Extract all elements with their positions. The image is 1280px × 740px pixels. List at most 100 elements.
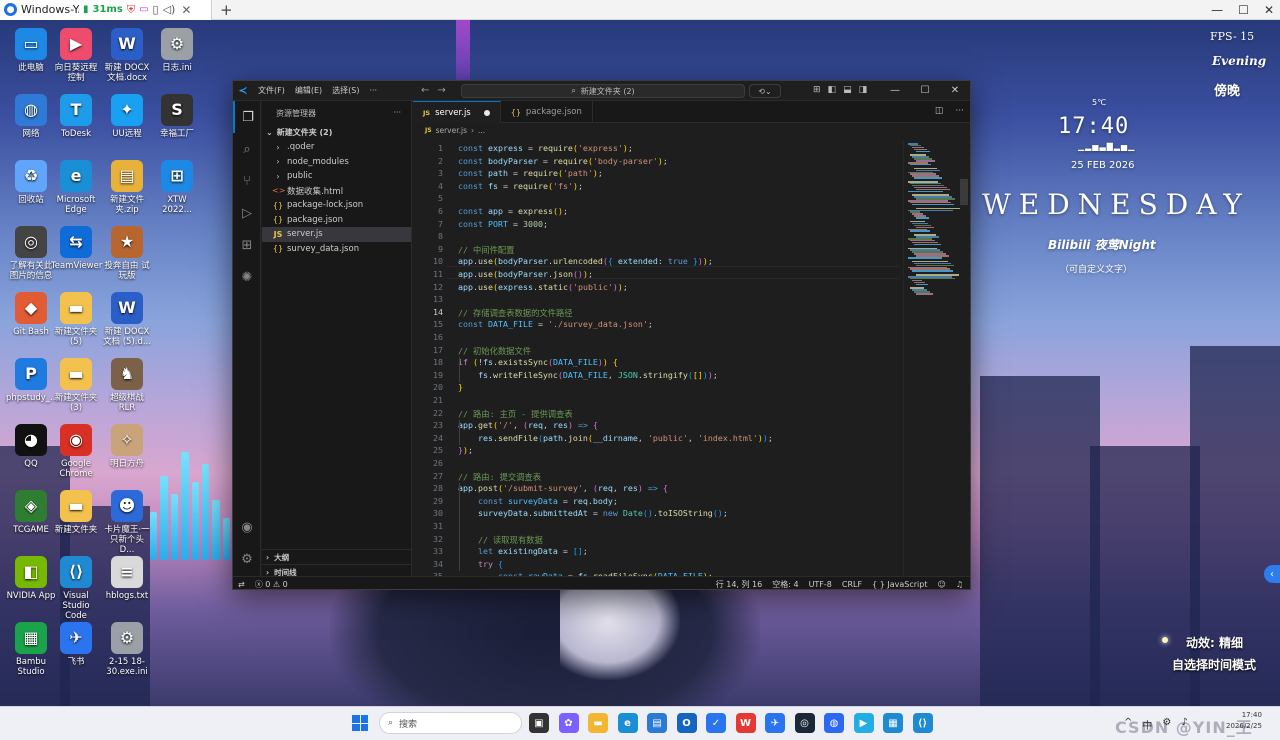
copilot-button[interactable]: ⟲ ⌄: [749, 84, 781, 98]
taskbar-task-view-icon[interactable]: ▣: [529, 713, 549, 733]
code-line[interactable]: surveyData.submittedAt = new Date().toIS…: [458, 508, 728, 518]
tree-item[interactable]: {} survey_data.json: [262, 242, 411, 257]
desktop-icon[interactable]: ◈ TCGAME: [6, 490, 56, 535]
desktop-icon[interactable]: e Microsoft Edge: [51, 160, 101, 215]
tree-item[interactable]: JS server.js: [262, 227, 411, 242]
code-line[interactable]: const express = require('express');: [458, 143, 633, 153]
code-line[interactable]: }: [458, 382, 463, 392]
desktop-icon[interactable]: W 新建 DOCX 文档 (5).d...: [102, 292, 152, 347]
desktop-icon[interactable]: ◧ NVIDIA App: [6, 556, 56, 601]
code-line[interactable]: fs.writeFileSync(DATA_FILE, JSON.stringi…: [458, 370, 718, 380]
minimap-scroll-thumb[interactable]: [960, 179, 968, 205]
explorer-more-button[interactable]: ···: [393, 108, 401, 117]
desktop-icon[interactable]: ◕ QQ: [6, 424, 56, 469]
taskbar-outlook-icon[interactable]: O: [676, 713, 697, 733]
settings-gear-icon[interactable]: ⚙: [233, 543, 261, 575]
forward-arrow-icon[interactable]: →: [437, 85, 445, 96]
explorer-icon[interactable]: ❐: [233, 101, 261, 133]
desktop-icon[interactable]: ▬ 新建文件夹 (5): [51, 292, 101, 347]
sound-icon[interactable]: ♪: [1181, 717, 1187, 732]
shield-icon[interactable]: ⛨: [127, 3, 135, 17]
toggle-secondary-sidebar-icon[interactable]: ◨: [859, 85, 868, 95]
code-line[interactable]: let existingData = [];: [458, 546, 588, 556]
code-line[interactable]: res.sendFile(path.join(__dirname, 'publi…: [458, 433, 773, 443]
tray-overflow-icon[interactable]: ^: [1124, 717, 1132, 732]
code-line[interactable]: app.get('/', (req, res) => {: [458, 420, 598, 430]
cursor-position[interactable]: 行 14, 列 16: [711, 579, 768, 589]
workspace-root[interactable]: ⌄ 新建文件夹 (2): [262, 125, 411, 140]
tree-item[interactable]: › .qoder: [262, 140, 411, 155]
desktop-icon[interactable]: W 新建 DOCX 文档.docx: [102, 28, 152, 83]
taskbar-todo-icon[interactable]: ✓: [706, 713, 726, 733]
code-line[interactable]: const surveyData = req.body;: [458, 496, 618, 506]
menu-edit[interactable]: 编辑(E): [290, 85, 327, 96]
close-icon[interactable]: ✕: [940, 81, 970, 101]
widget-time-mode[interactable]: 自选择时间模式: [1172, 656, 1256, 673]
new-tab-button[interactable]: +: [220, 1, 233, 19]
remote-indicator-icon[interactable]: ⇄: [233, 580, 250, 589]
toggle-sidebar-icon[interactable]: ◧: [828, 85, 837, 95]
taskbar-steam-icon[interactable]: ◎: [794, 713, 815, 733]
taskbar-file-explorer-icon[interactable]: ▬: [588, 713, 608, 733]
outline-section[interactable]: › 大纲: [262, 549, 412, 564]
desktop-icon[interactable]: ✈ 飞书: [51, 622, 101, 667]
minimize-icon[interactable]: —: [1211, 3, 1223, 17]
start-button-icon[interactable]: [352, 715, 368, 731]
code-line[interactable]: // 存储调查表数据的文件路径: [458, 307, 573, 319]
desktop-icon[interactable]: ⚙ 2-15 18-30.exe.ini: [102, 622, 152, 677]
search-icon[interactable]: ⌕: [233, 133, 261, 165]
code-line[interactable]: app.post('/submit-survey', (req, res) =>…: [458, 483, 668, 493]
tree-item[interactable]: {} package.json: [262, 213, 411, 228]
run-debug-icon[interactable]: ▷: [233, 197, 261, 229]
code-line[interactable]: const path = require('path');: [458, 168, 603, 178]
desktop-icon[interactable]: ◉ Google Chrome: [51, 424, 101, 479]
code-line[interactable]: const bodyParser = require('body-parser'…: [458, 156, 668, 166]
line-ending[interactable]: CRLF: [837, 580, 867, 589]
desktop-icon[interactable]: Pphpstudy_...: [6, 358, 58, 403]
taskbar-store-icon[interactable]: ▤: [647, 713, 667, 733]
account-icon[interactable]: ◉: [233, 511, 261, 543]
settings-icon[interactable]: ⚙: [1162, 717, 1171, 732]
desktop-icon[interactable]: ⚙ 日志.ini: [152, 28, 202, 73]
minimap[interactable]: [903, 139, 970, 576]
maximize-icon[interactable]: ☐: [910, 81, 940, 101]
desktop-icon[interactable]: ◍ 网络: [6, 94, 56, 139]
taskbar-vscode-icon[interactable]: ⟨⟩: [912, 713, 933, 733]
back-arrow-icon[interactable]: ←: [421, 85, 429, 96]
menu-more[interactable]: ···: [364, 86, 382, 95]
widget-animation-setting[interactable]: 动效: 精细: [1186, 634, 1243, 651]
code-line[interactable]: // 路由: 提交调查表: [458, 471, 541, 483]
code-line[interactable]: // 路由: 主页 - 提供调查表: [458, 408, 573, 420]
command-center[interactable]: ⌕ 新建文件夹 (2): [461, 84, 745, 98]
taskbar-search[interactable]: ⌕ 搜索: [379, 712, 522, 734]
desktop-icon[interactable]: S 幸福工厂: [152, 94, 202, 139]
code-line[interactable]: const fs = require('fs');: [458, 181, 583, 191]
close-tab-icon[interactable]: ✕: [181, 3, 191, 17]
taskbar-clock[interactable]: 17:40 2026/2/25: [1226, 710, 1262, 732]
encoding[interactable]: UTF-8: [804, 580, 837, 589]
indentation[interactable]: 空格: 4: [767, 579, 803, 589]
taskbar-feishu-icon[interactable]: ✈: [765, 713, 785, 733]
tab-package-json[interactable]: {} package.json: [501, 101, 593, 123]
code-line[interactable]: if (!fs.existsSync(DATA_FILE)) {: [458, 357, 618, 367]
volume-icon[interactable]: ◁): [163, 3, 176, 16]
desktop-icon[interactable]: ⊞ XTW 2022...: [152, 160, 202, 215]
code-editor[interactable]: 1 const express = require('express'); 2 con…: [413, 139, 903, 576]
code-line[interactable]: app.use(express.static('public'));: [458, 282, 628, 292]
code-line[interactable]: const PORT = 3000;: [458, 219, 548, 229]
input-method[interactable]: 中: [1142, 717, 1152, 732]
desktop-icon[interactable]: ★ 投奔自由 试玩版: [102, 226, 152, 281]
desktop-icon[interactable]: ♻ 回收站: [6, 160, 56, 205]
extensions-icon[interactable]: ⊞: [233, 229, 261, 261]
side-panel-chevron-icon[interactable]: ‹: [1264, 565, 1280, 583]
code-line[interactable]: const DATA_FILE = './survey_data.json';: [458, 319, 653, 329]
menu-file[interactable]: 文件(F): [253, 85, 290, 96]
notifications-bell-icon[interactable]: ♫: [951, 580, 968, 589]
taskbar-bilibili-icon[interactable]: ▶: [853, 713, 874, 733]
tab-server-js[interactable]: JS server.js: [413, 101, 501, 123]
copilot-status-icon[interactable]: ☺: [932, 580, 950, 589]
taskbar-display-icon[interactable]: ▦: [883, 713, 903, 733]
source-control-icon[interactable]: ⑂: [233, 165, 261, 197]
minimize-icon[interactable]: —: [880, 81, 910, 101]
tree-item[interactable]: › node_modules: [262, 155, 411, 170]
